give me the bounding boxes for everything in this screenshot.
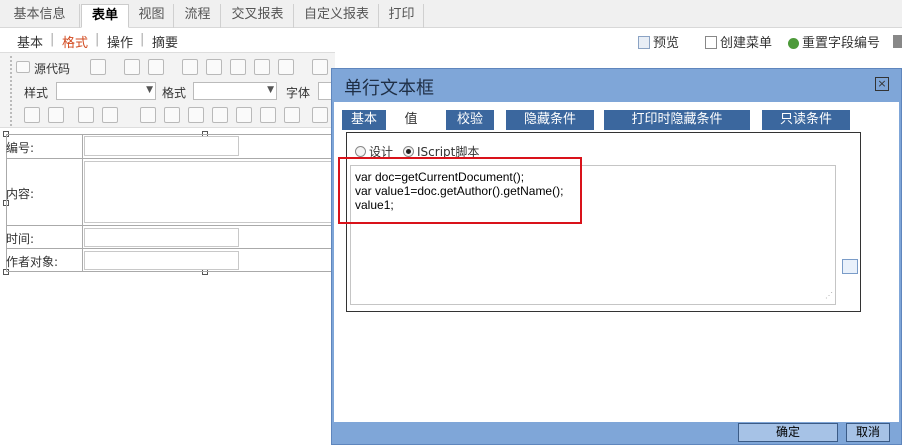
label-number: 编号: [6, 141, 35, 155]
dialog-tab-print-hide-condition[interactable]: 打印时隐藏条件 [604, 110, 750, 130]
tab-custom-report[interactable]: 自定义报表 [295, 4, 379, 28]
dialog-tab-basic[interactable]: 基本 [342, 110, 386, 130]
subnav-summary[interactable]: 摘要 [152, 32, 178, 51]
number-field[interactable] [84, 136, 239, 156]
dialog-footer: 确定 取消 [332, 422, 901, 444]
separator: | [140, 32, 145, 47]
paste-text-icon[interactable] [254, 59, 270, 75]
ok-button[interactable]: 确定 [738, 423, 838, 442]
single-line-textbox-dialog: 单行文本框 × 基本 值 校验 隐藏条件 打印时隐藏条件 只读条件 设计 ISc… [331, 68, 902, 445]
preview-link[interactable]: 预览 [638, 32, 679, 51]
tab-form[interactable]: 表单 [81, 4, 129, 28]
label-author: 作者对象: [6, 255, 59, 269]
form-row-content: 内容: [6, 159, 334, 226]
expand-icon[interactable] [260, 107, 276, 123]
preview-icon [638, 36, 650, 49]
list-icon[interactable] [188, 107, 204, 123]
time-field[interactable] [84, 228, 239, 247]
label-time: 时间: [6, 232, 35, 246]
dialog-title: 单行文本框 [344, 78, 434, 99]
source-button[interactable]: 源代码 [34, 60, 70, 77]
tab-view[interactable]: 视图 [130, 4, 174, 28]
editor-toolbar: 源代码 样式 ▼ 格式 ▼ 字体 [0, 52, 335, 128]
tab-basic-info[interactable]: 基本信息 [0, 4, 80, 28]
form-row-time: 时间: [6, 226, 332, 249]
form-row-number: 编号: [6, 134, 332, 159]
subnav-action[interactable]: 操作 [107, 32, 133, 51]
format-label: 格式 [162, 86, 187, 100]
tab-cross-report[interactable]: 交叉报表 [222, 4, 294, 28]
frame-icon[interactable] [284, 107, 300, 123]
resize-grip-icon[interactable]: ⋰ [825, 289, 833, 303]
settings-icon[interactable] [236, 107, 252, 123]
chevron-down-icon: ▼ [146, 85, 153, 95]
table-icon[interactable] [140, 107, 156, 123]
content-field[interactable] [84, 161, 334, 223]
close-icon: × [877, 77, 887, 90]
dialog-tab-hide-condition[interactable]: 隐藏条件 [506, 110, 594, 130]
separator: | [95, 32, 100, 47]
script-editor-expand-icon[interactable] [842, 259, 858, 274]
label-content: 内容: [6, 187, 35, 201]
close-button[interactable]: × [875, 77, 889, 91]
style-select[interactable]: ▼ [56, 82, 156, 100]
highlight-annotation [338, 157, 582, 224]
cut-icon[interactable] [182, 59, 198, 75]
style-label: 样式 [24, 86, 49, 100]
undo-icon[interactable] [312, 59, 328, 75]
copy2-icon[interactable] [206, 59, 222, 75]
form-row-author: 作者对象: [6, 249, 332, 272]
document-icon [705, 36, 717, 49]
radio-icon[interactable] [48, 107, 64, 123]
author-field[interactable] [84, 251, 239, 270]
toolbar-row-3 [10, 104, 335, 126]
toolbar-row-1: 源代码 [10, 56, 335, 78]
dialog-tab-value[interactable]: 值 [396, 110, 426, 130]
radio-script[interactable] [403, 146, 414, 157]
trash-icon[interactable] [893, 35, 902, 48]
sub-nav: 基本 | 格式 | 操作 | 摘要 预览 创建菜单 重置字段编号 [0, 28, 902, 52]
calendar-icon[interactable] [164, 107, 180, 123]
radio-design[interactable] [355, 146, 366, 157]
find-icon[interactable] [124, 59, 140, 75]
chevron-down-icon: ▼ [267, 85, 274, 95]
top-tab-bar: 基本信息 表单 视图 流程 交叉报表 自定义报表 打印 [0, 0, 902, 28]
format-select[interactable]: ▼ [193, 82, 277, 100]
paste-icon[interactable] [230, 59, 246, 75]
textarea-icon[interactable] [102, 107, 118, 123]
tab-workflow[interactable]: 流程 [175, 4, 221, 28]
user-icon[interactable] [312, 107, 328, 123]
textfield-icon[interactable] [78, 107, 94, 123]
subnav-basic[interactable]: 基本 [17, 32, 43, 51]
paste-word-icon[interactable] [278, 59, 294, 75]
source-icon [16, 61, 30, 73]
checkbox-icon[interactable] [24, 107, 40, 123]
subnav-format[interactable]: 格式 [62, 32, 88, 51]
bank-icon[interactable] [212, 107, 228, 123]
separator: | [50, 32, 55, 47]
toolbar-row-2: 样式 ▼ 格式 ▼ 字体 [10, 80, 335, 102]
refresh-icon [788, 38, 799, 49]
dialog-tab-readonly-condition[interactable]: 只读条件 [762, 110, 850, 130]
tab-print[interactable]: 打印 [380, 4, 424, 28]
create-menu-link[interactable]: 创建菜单 [705, 32, 772, 51]
font-label: 字体 [286, 86, 311, 100]
page-icon[interactable] [148, 59, 164, 75]
reset-field-link[interactable]: 重置字段编号 [788, 32, 880, 51]
dialog-tab-validation[interactable]: 校验 [446, 110, 494, 130]
dialog-body: 基本 值 校验 隐藏条件 打印时隐藏条件 只读条件 设计 IScript脚本 v… [334, 102, 899, 422]
cancel-button[interactable]: 取消 [846, 423, 890, 442]
copy-icon[interactable] [90, 59, 106, 75]
